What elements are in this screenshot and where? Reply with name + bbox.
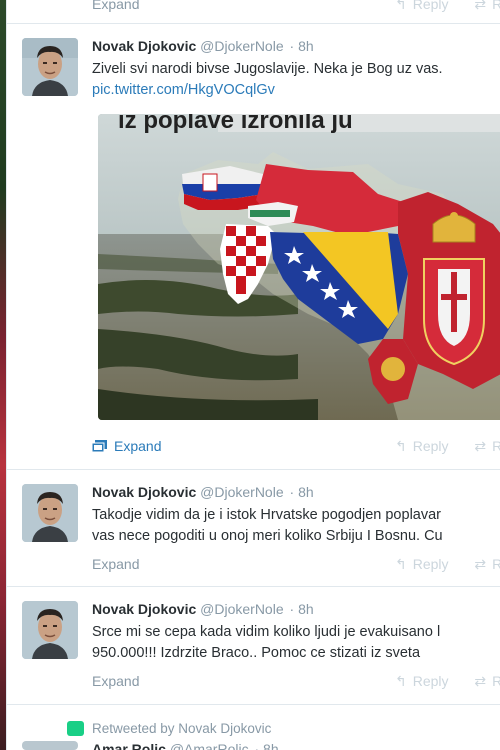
retweet-label[interactable]: R <box>492 0 500 12</box>
timestamp[interactable]: · 8h <box>290 484 314 500</box>
media-caption: iz poplave izronila ju <box>118 114 353 134</box>
retweet-label[interactable]: R <box>492 438 500 454</box>
tweet-header: Novak Djokovic @DjokerNole · 8h <box>92 601 314 617</box>
retweet-icon[interactable]: ⇄ <box>474 438 486 455</box>
author-name[interactable]: Novak Djokovic <box>92 38 196 54</box>
avatar-image <box>22 601 78 659</box>
author-handle[interactable]: @DjokerNole <box>200 38 283 54</box>
tweet-header: Novak Djokovic @DjokerNole · 8h <box>92 38 314 54</box>
author-handle[interactable]: @AmarRolic <box>170 741 249 750</box>
expand-link[interactable]: Expand <box>92 673 139 689</box>
tweet-text-line: vas nece pogoditi u onoj meri koliko Srb… <box>92 528 443 544</box>
avatar-image <box>22 38 78 96</box>
expand-link[interactable]: Expand <box>92 0 139 12</box>
reply-icon[interactable]: ↰ <box>395 556 407 573</box>
tweet[interactable]: Novak Djokovic @DjokerNole · 8h Takodje … <box>7 470 500 587</box>
reply-icon[interactable]: ↰ <box>395 673 407 690</box>
tweet-text-line: 950.000!!! Izdrzite Braco.. Pomoc ce sti… <box>92 645 421 661</box>
tweet-actions: ↰ Reply ⇄ R <box>395 0 500 13</box>
expand-link[interactable]: Expand <box>92 438 161 454</box>
reply-icon[interactable]: ↰ <box>395 438 407 455</box>
expand-link[interactable]: Expand <box>92 556 139 572</box>
tweet-text: Srce mi se cepa kada vidim koliko ljudi … <box>92 622 440 664</box>
reply-label[interactable]: Reply <box>413 0 449 12</box>
author-name[interactable]: Amar Rolic <box>92 741 166 750</box>
avatar-image <box>22 484 78 542</box>
author-name[interactable]: Novak Djokovic <box>92 601 196 617</box>
retweet-icon[interactable]: ⇄ <box>474 673 486 690</box>
avatar[interactable] <box>22 741 78 750</box>
tweet-text-line: Srce mi se cepa kada vidim koliko ljudi … <box>92 624 441 640</box>
tweet-actions: ↰ Reply ⇄ R <box>395 438 500 455</box>
tweet-partial[interactable]: Expand ↰ Reply ⇄ R <box>7 0 500 24</box>
tweet-text: Takodje vidim da je i istok Hrvatske pog… <box>92 505 443 547</box>
avatar[interactable] <box>22 484 78 542</box>
timestamp[interactable]: · 8h <box>254 741 278 750</box>
tweet-media-image[interactable]: iz poplave izronila ju <box>98 114 500 420</box>
author-handle[interactable]: @DjokerNole <box>200 601 283 617</box>
retweet-icon[interactable]: ⇄ <box>474 556 486 573</box>
retweet-badge-icon <box>67 721 84 736</box>
author-handle[interactable]: @DjokerNole <box>200 484 283 500</box>
avatar[interactable] <box>22 601 78 659</box>
retweet-icon[interactable]: ⇄ <box>474 0 486 13</box>
timestamp[interactable]: · 8h <box>290 601 314 617</box>
retweet-label[interactable]: R <box>492 556 500 572</box>
tweet-timeline: Expand ↰ Reply ⇄ R Novak Djokovic @DjokerN… <box>6 0 500 750</box>
reply-icon[interactable]: ↰ <box>395 0 407 13</box>
map-image: iz poplave izronila ju <box>98 114 500 420</box>
reply-label[interactable]: Reply <box>413 673 449 689</box>
tweet-header: Amar Rolic @AmarRolic · 8h <box>92 741 279 750</box>
tweet-text-line: Ziveli svi narodi bivse Jugoslavije. Nek… <box>92 61 443 77</box>
photo-icon <box>92 440 107 452</box>
tweet-text: Ziveli svi narodi bivse Jugoslavije. Nek… <box>92 59 443 101</box>
tweet-text-line: Takodje vidim da je i istok Hrvatske pog… <box>92 507 441 523</box>
tweet[interactable]: Novak Djokovic @DjokerNole · 8h Srce mi … <box>7 587 500 705</box>
expand-label[interactable]: Expand <box>114 438 161 454</box>
author-name[interactable]: Novak Djokovic <box>92 484 196 500</box>
tweet-actions: ↰ Reply ⇄ R <box>395 673 500 690</box>
tweet-actions: ↰ Reply ⇄ R <box>395 556 500 573</box>
retweeted-by-label[interactable]: Retweeted by Novak Djokovic <box>92 721 271 736</box>
avatar[interactable] <box>22 38 78 96</box>
reply-label[interactable]: Reply <box>413 556 449 572</box>
timestamp[interactable]: · 8h <box>290 38 314 54</box>
media-link[interactable]: pic.twitter.com/HkgVOCqlGv <box>92 80 443 101</box>
reply-label[interactable]: Reply <box>413 438 449 454</box>
tweet[interactable]: Novak Djokovic @DjokerNole · 8h Ziveli s… <box>7 24 500 470</box>
tweet-header: Novak Djokovic @DjokerNole · 8h <box>92 484 314 500</box>
retweet-label[interactable]: R <box>492 673 500 689</box>
